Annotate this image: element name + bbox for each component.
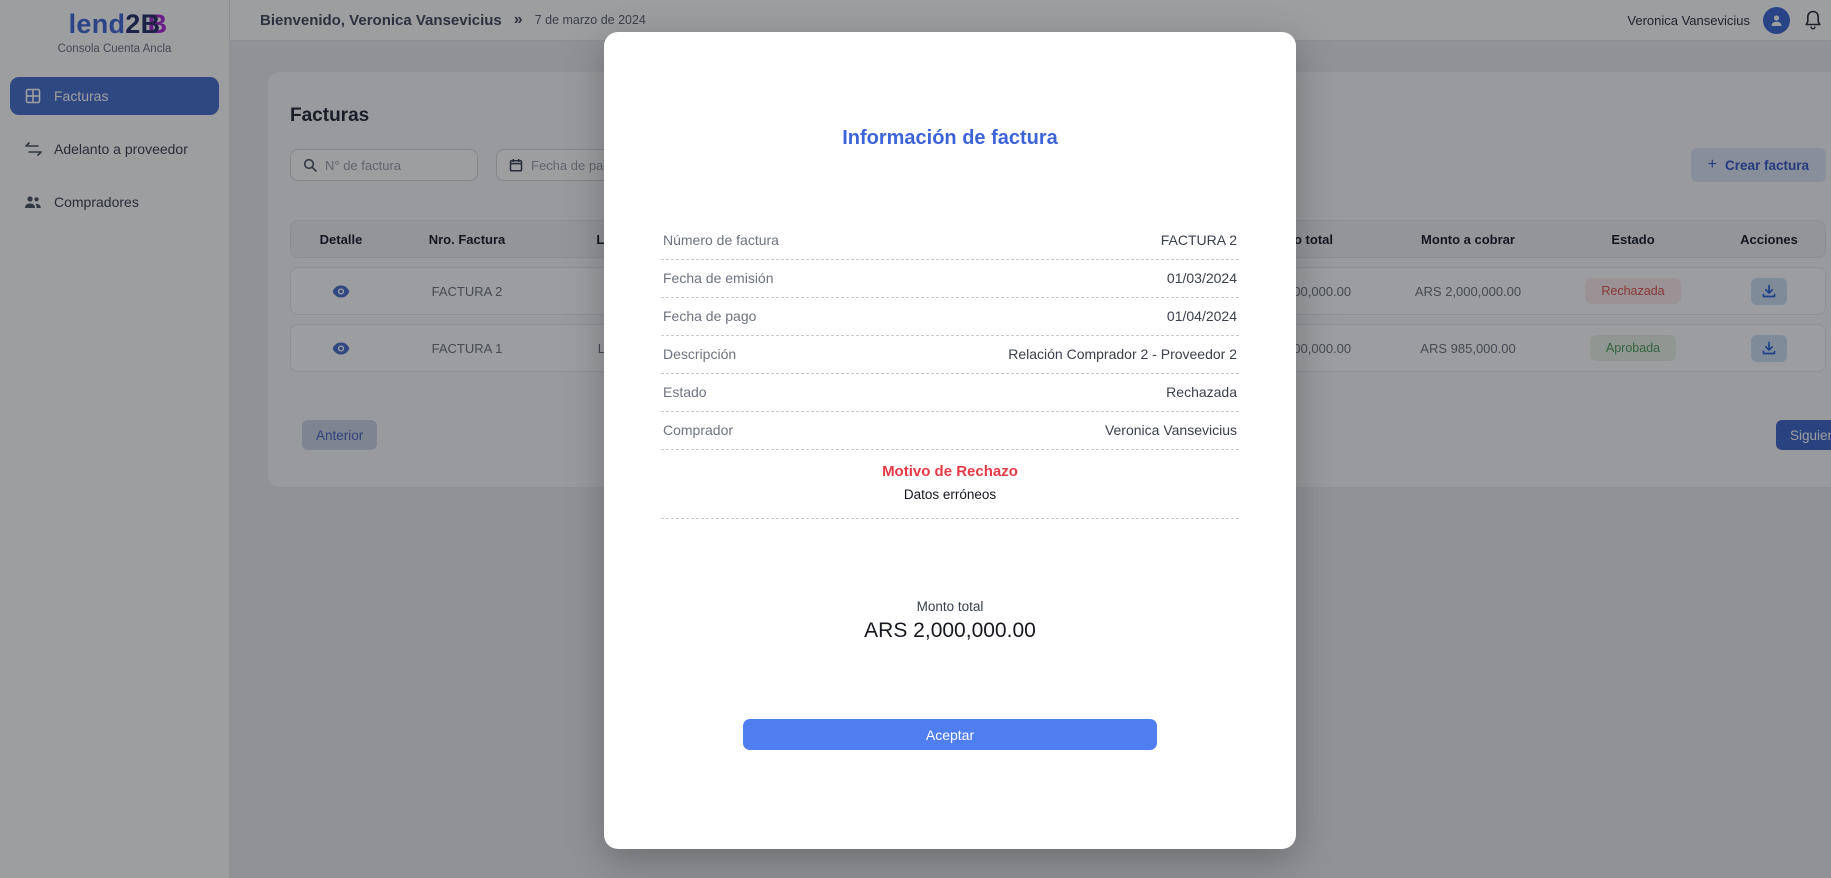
field-row: Número de factura FACTURA 2 xyxy=(661,222,1239,260)
invoice-fields: Número de factura FACTURA 2 Fecha de emi… xyxy=(661,222,1239,450)
field-value: 01/04/2024 xyxy=(1167,308,1237,324)
rejection-section: Motivo de Rechazo Datos erróneos xyxy=(661,463,1239,519)
rejection-reason: Datos erróneos xyxy=(661,487,1239,502)
field-value: Veronica Vansevicius xyxy=(1105,422,1237,438)
field-value: 01/03/2024 xyxy=(1167,270,1237,286)
total-section: Monto total ARS 2,000,000.00 xyxy=(661,599,1239,643)
field-row: Comprador Veronica Vansevicius xyxy=(661,412,1239,450)
invoice-info-modal: Información de factura Número de factura… xyxy=(604,32,1296,849)
field-row: Estado Rechazada xyxy=(661,374,1239,412)
field-label: Fecha de pago xyxy=(663,308,756,324)
field-label: Estado xyxy=(663,384,707,400)
total-value: ARS 2,000,000.00 xyxy=(661,619,1239,643)
field-value: Rechazada xyxy=(1166,384,1237,400)
field-row: Descripción Relación Comprador 2 - Prove… xyxy=(661,336,1239,374)
accept-button[interactable]: Aceptar xyxy=(743,719,1157,750)
field-label: Descripción xyxy=(663,346,736,362)
total-label: Monto total xyxy=(661,599,1239,614)
field-row: Fecha de emisión 01/03/2024 xyxy=(661,260,1239,298)
field-label: Comprador xyxy=(663,422,733,438)
field-label: Número de factura xyxy=(663,232,779,248)
field-label: Fecha de emisión xyxy=(663,270,774,286)
field-value: FACTURA 2 xyxy=(1161,232,1237,248)
field-value: Relación Comprador 2 - Proveedor 2 xyxy=(1008,346,1237,362)
modal-title: Información de factura xyxy=(661,127,1239,150)
rejection-title: Motivo de Rechazo xyxy=(661,463,1239,480)
field-row: Fecha de pago 01/04/2024 xyxy=(661,298,1239,336)
